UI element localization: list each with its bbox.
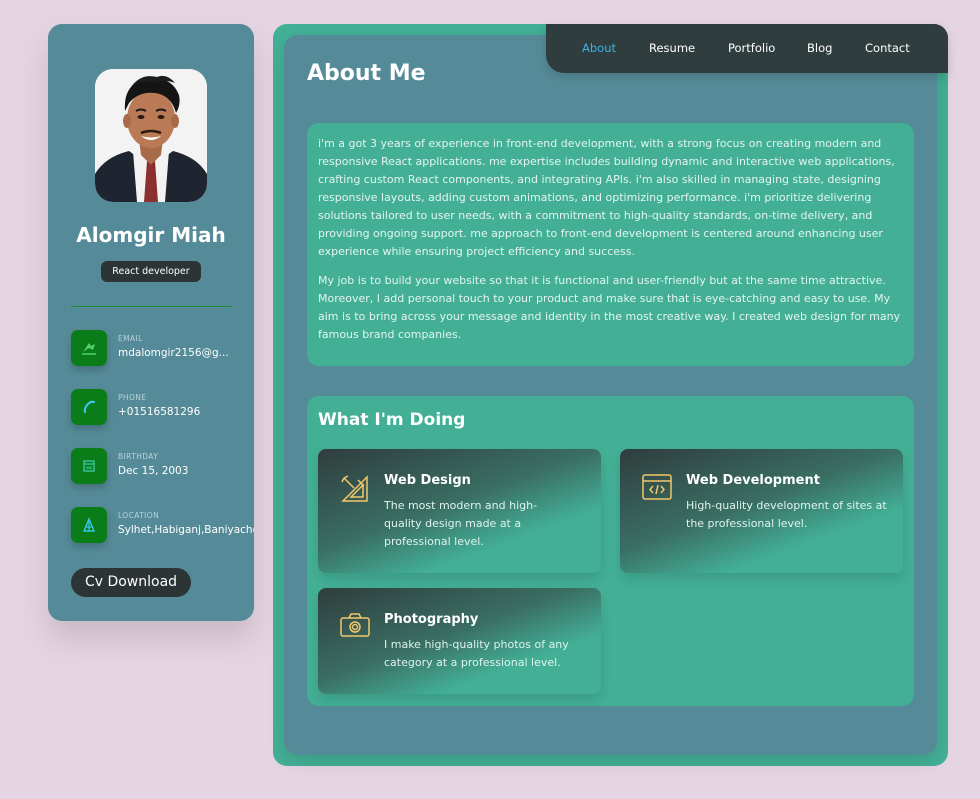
contact-email: EMAIL mdalomgir2156@g...	[71, 330, 254, 366]
about-paragraph: My job is to build your website so that …	[318, 274, 901, 341]
profile-name: Alomgir Miah	[76, 223, 226, 247]
avatar	[95, 69, 207, 202]
role-badge: React developer	[101, 261, 201, 282]
contact-label: LOCATION	[118, 511, 160, 520]
contact-label: PHONE	[118, 393, 147, 402]
contact-label: BIRTHDAY	[118, 452, 159, 461]
camera-icon	[340, 613, 370, 641]
phone-value[interactable]: +01516581296	[118, 406, 254, 418]
service-card-web-design: Web Design The most modern and high-qual…	[318, 449, 601, 573]
navbar: About Resume Portfolio Blog Contact	[546, 24, 948, 73]
service-desc: The most modern and high-quality design …	[384, 499, 538, 548]
email-value[interactable]: mdalomgir2156@g...	[118, 347, 254, 359]
avatar-photo	[95, 69, 207, 202]
email-icon	[71, 330, 107, 366]
location-value: Sylhet,Habiganj,Baniyachong	[118, 524, 254, 536]
contact-birthday: BIRTHDAY Dec 15, 2003	[71, 448, 254, 484]
birthday-value: Dec 15, 2003	[118, 465, 189, 477]
location-icon	[71, 507, 107, 543]
contact-label: EMAIL	[118, 334, 143, 343]
nav-about[interactable]: About	[582, 41, 616, 55]
page-title: About Me	[307, 61, 426, 86]
contact-phone: PHONE +01516581296	[71, 389, 254, 425]
design-icon	[340, 474, 370, 508]
nav-contact[interactable]: Contact	[865, 41, 910, 55]
nav-blog[interactable]: Blog	[807, 41, 832, 55]
service-card-web-development: Web Development High-quality development…	[620, 449, 903, 573]
service-title: Web Design	[384, 473, 471, 488]
service-title: Web Development	[686, 473, 820, 488]
services-section: What I'm Doing Web Design The most moder…	[307, 396, 914, 706]
about-paragraph: i'm a got 3 years of experience in front…	[318, 137, 895, 258]
service-card-photography: Photography I make high-quality photos o…	[318, 588, 601, 694]
profile-sidebar: Alomgir Miah React developer EMAIL mdalo…	[48, 24, 254, 621]
service-title: Photography	[384, 612, 479, 627]
about-card: i'm a got 3 years of experience in front…	[307, 123, 914, 366]
code-icon	[642, 474, 672, 504]
contact-location: LOCATION Sylhet,Habiganj,Baniyachong	[71, 507, 254, 543]
nav-resume[interactable]: Resume	[649, 41, 695, 55]
nav-portfolio[interactable]: Portfolio	[728, 41, 775, 55]
sidebar-divider	[71, 306, 232, 307]
phone-icon	[71, 389, 107, 425]
service-desc: I make high-quality photos of any catego…	[384, 638, 569, 669]
service-desc: High-quality development of sites at the…	[686, 499, 887, 530]
calendar-icon	[71, 448, 107, 484]
services-title: What I'm Doing	[318, 410, 466, 430]
cv-download-button[interactable]: Cv Download	[71, 568, 191, 597]
